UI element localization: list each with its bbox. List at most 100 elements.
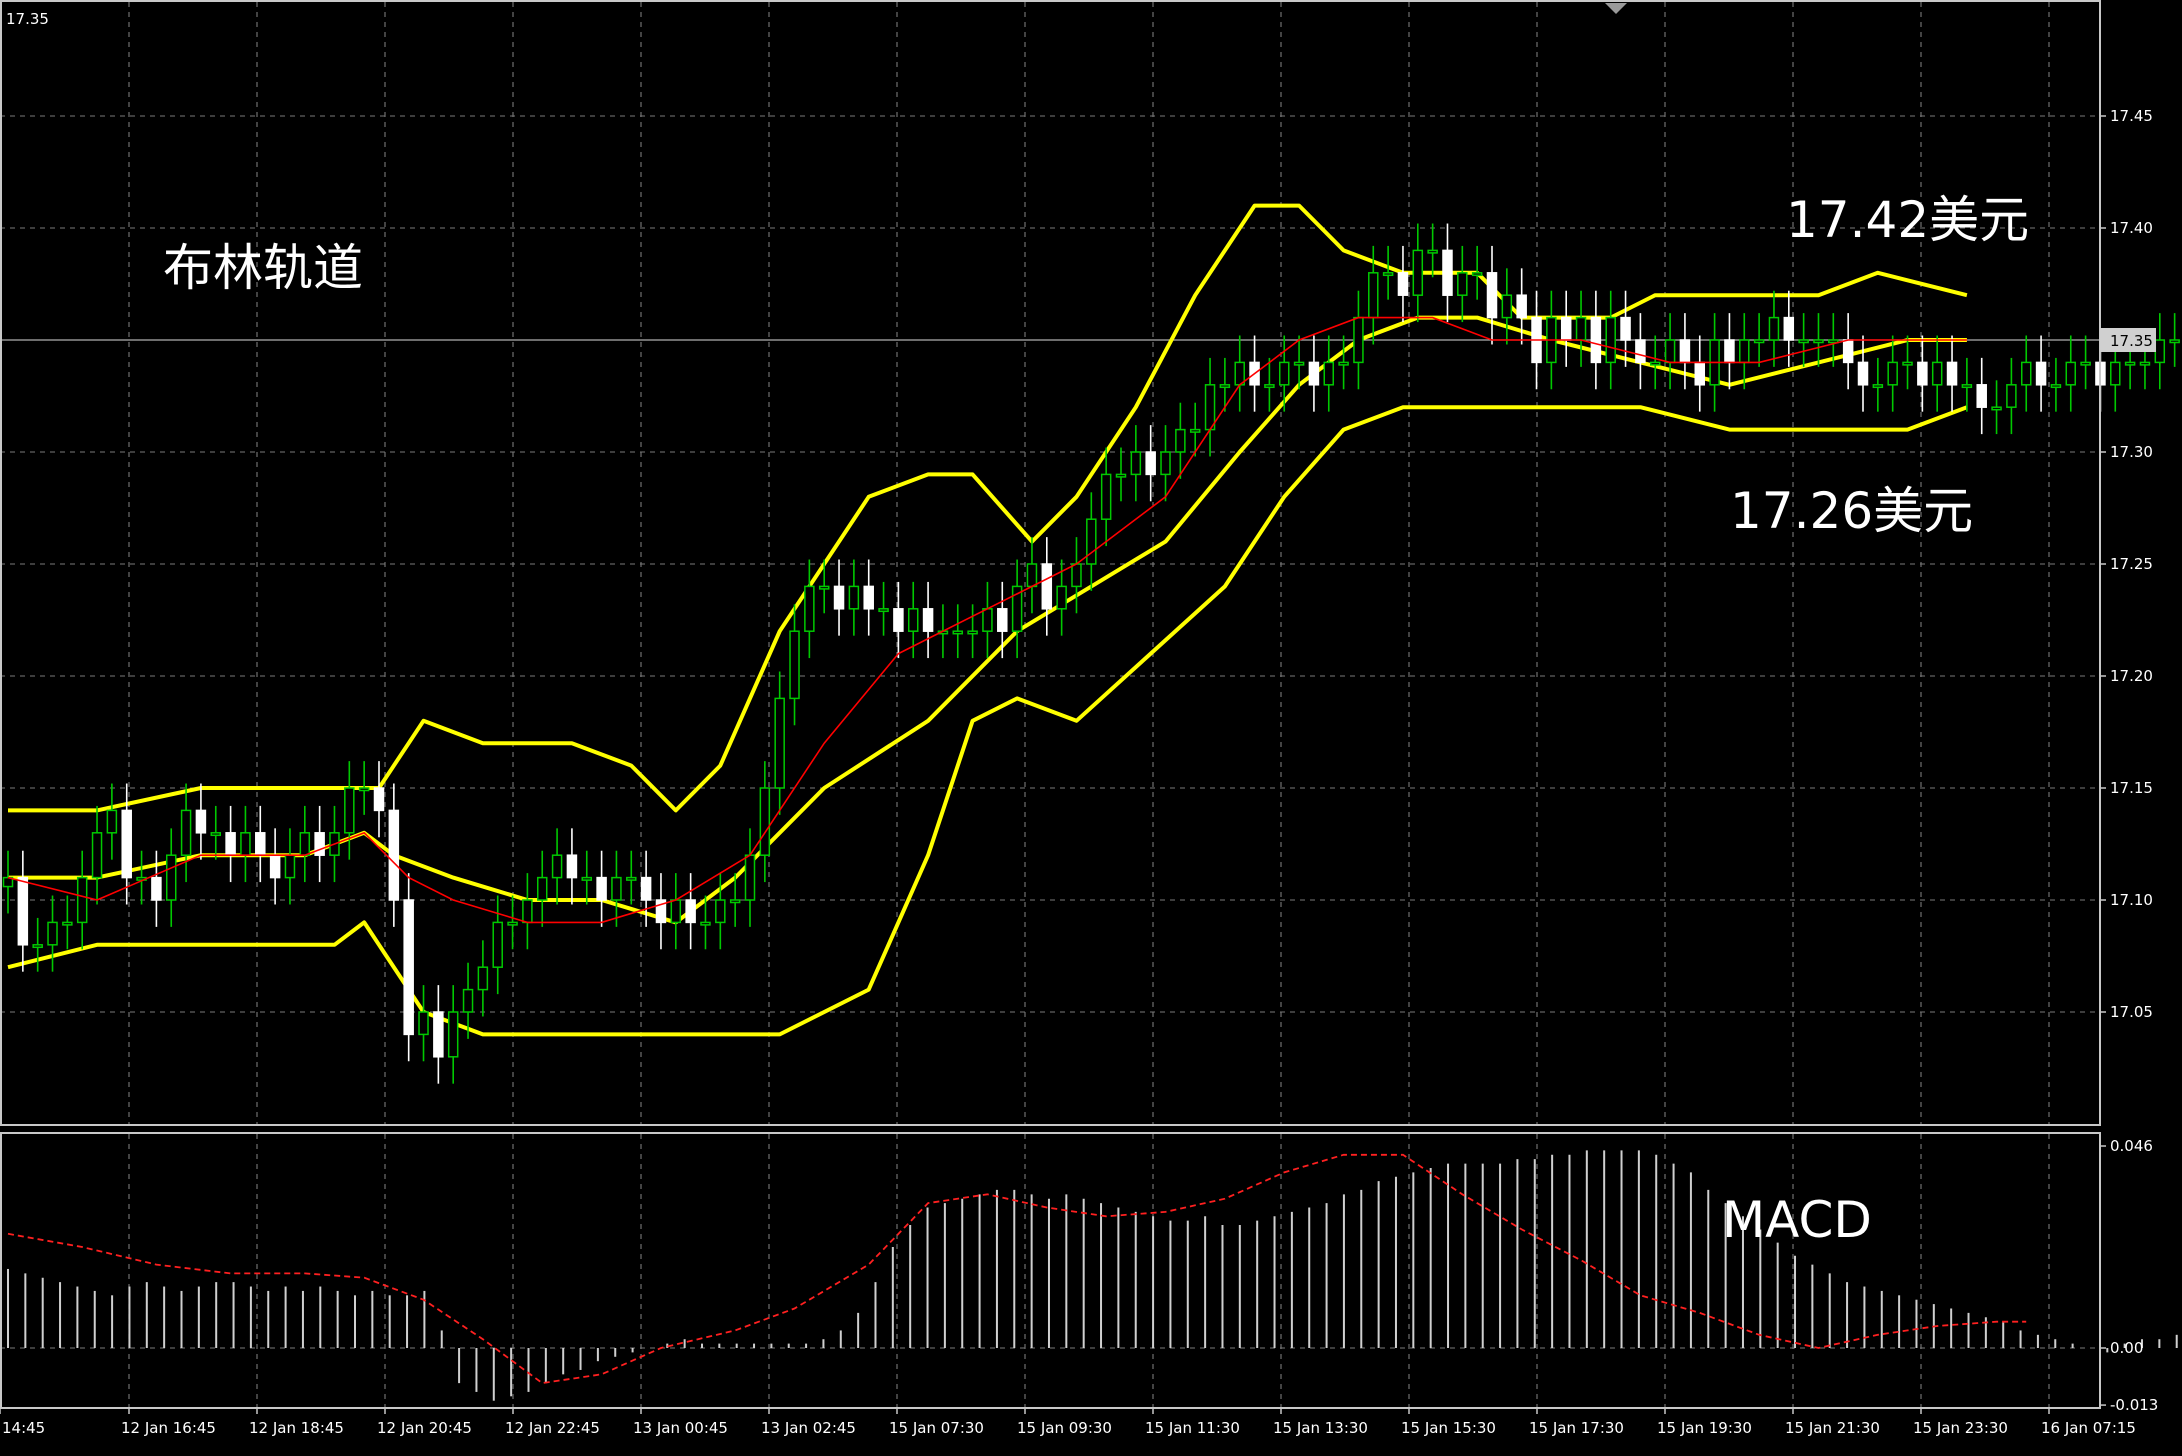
candle-bear xyxy=(1694,361,1706,386)
candle-bull xyxy=(418,1011,429,1036)
candle-bull xyxy=(2154,339,2166,364)
candle-bull xyxy=(744,854,756,901)
candle-bull xyxy=(358,787,370,792)
candle-bull xyxy=(1100,473,1112,520)
candle-bull xyxy=(1991,406,2002,411)
candle-bear xyxy=(922,608,934,632)
time-tick-label: 14:45 xyxy=(2,1419,45,1437)
candle-bull xyxy=(1931,361,1943,386)
price-tick-label: 17.20 xyxy=(2110,667,2153,685)
candle-bull xyxy=(1427,249,1438,254)
candle-bull xyxy=(907,608,919,632)
time-tick-label: 15 Jan 19:30 xyxy=(1657,1419,1752,1437)
candle-bear xyxy=(1724,339,1735,364)
candle-bull xyxy=(1664,339,1676,364)
candle-bear xyxy=(596,876,607,901)
candle-bear xyxy=(388,809,400,901)
candle-bull xyxy=(299,832,311,856)
candle-bull xyxy=(982,608,993,632)
candle-bear xyxy=(1516,294,1527,319)
candle-bull xyxy=(447,1011,459,1058)
candle-bull xyxy=(91,832,103,879)
price-tick-label: 17.40 xyxy=(2110,219,2153,237)
candle-bull xyxy=(729,899,741,904)
candle-bull xyxy=(1798,339,1809,344)
candle-bull xyxy=(818,585,830,590)
candle-bull xyxy=(462,988,474,1013)
macd-label: MACD xyxy=(1722,1191,1872,1249)
candle-bull xyxy=(344,787,355,834)
time-tick-label: 15 Jan 21:30 xyxy=(1785,1419,1880,1437)
candle-bear xyxy=(1442,249,1453,296)
candle-bull xyxy=(1813,339,1824,344)
candle-bear xyxy=(269,854,281,879)
candle-bull xyxy=(1961,384,1973,389)
candle-bear xyxy=(1590,316,1602,364)
candle-bull xyxy=(1605,316,1616,364)
candle-bull xyxy=(2080,361,2091,366)
candle-bear xyxy=(997,608,1008,632)
time-tick-label: 15 Jan 17:30 xyxy=(1529,1419,1624,1437)
candle-bull xyxy=(1130,451,1142,476)
candle-bull xyxy=(1902,361,1913,366)
candle-bear xyxy=(2035,361,2047,386)
candle-bull xyxy=(1189,428,1201,433)
current-price-tag-label: 17.35 xyxy=(2110,332,2153,350)
candle-bull xyxy=(670,899,682,924)
candle-bear xyxy=(1976,384,1987,408)
price-tick-label: 17.15 xyxy=(2110,779,2153,797)
time-tick-label: 15 Jan 15:30 xyxy=(1401,1419,1496,1437)
macd-tick-label: 0.00 xyxy=(2110,1339,2143,1357)
candle-bull xyxy=(774,697,785,789)
time-tick-label: 15 Jan 11:30 xyxy=(1145,1419,1240,1437)
candle-bull xyxy=(1264,384,1275,389)
candle-bear xyxy=(314,832,325,856)
price-tick-label: 17.10 xyxy=(2110,891,2153,909)
candle-bear xyxy=(863,585,874,610)
candle-bull xyxy=(492,921,503,968)
candle-bull xyxy=(1115,473,1127,478)
candle-bull xyxy=(1412,249,1424,296)
candle-bear xyxy=(195,809,207,834)
candle-bull xyxy=(1160,451,1171,476)
candle-bull xyxy=(210,832,222,837)
candle-bull xyxy=(240,832,251,856)
time-tick-label: 15 Jan 07:30 xyxy=(889,1419,984,1437)
candle-bear xyxy=(1857,361,1869,386)
price-tick-label: 17.25 xyxy=(2110,555,2153,573)
time-tick-label: 12 Jan 22:45 xyxy=(505,1419,600,1437)
candle-bear xyxy=(685,899,696,924)
candle-bull xyxy=(1768,316,1780,341)
candle-bear xyxy=(566,854,578,879)
candle-bull xyxy=(76,876,88,924)
candle-bull xyxy=(2110,361,2121,386)
price-tick-label: 17.45 xyxy=(2110,107,2153,125)
time-tick-label: 15 Jan 13:30 xyxy=(1273,1419,1368,1437)
time-tick-label: 13 Jan 02:45 xyxy=(761,1419,856,1437)
candle-bear xyxy=(833,585,845,610)
corner-price-label: 17.35 xyxy=(6,10,49,28)
candle-bear xyxy=(1946,361,1958,386)
candle-bull xyxy=(106,809,118,834)
chart-title: 布林轨道 xyxy=(163,239,363,297)
time-tick-label: 16 Jan 07:15 xyxy=(2041,1419,2136,1437)
candle-bull xyxy=(2006,384,2017,408)
candle-bull xyxy=(1457,272,1468,296)
candle-bull xyxy=(1368,272,1379,319)
candle-bull xyxy=(1338,361,1349,366)
candle-bull xyxy=(1293,361,1305,366)
candle-bull xyxy=(1219,384,1231,389)
price-tick-label: 17.30 xyxy=(2110,443,2153,461)
candle-bull xyxy=(804,585,815,632)
candle-bear xyxy=(225,832,236,856)
candle-bull xyxy=(1204,384,1216,431)
candle-bear xyxy=(1679,339,1691,364)
candle-bear xyxy=(1041,563,1053,610)
candle-bull xyxy=(507,921,518,926)
upper-band-label: 17.42美元 xyxy=(1786,191,2029,249)
candle-bear xyxy=(1308,361,1320,386)
candle-bull xyxy=(284,854,296,879)
candle-bull xyxy=(700,921,711,926)
candle-bull xyxy=(1086,518,1097,565)
candle-bear xyxy=(373,787,385,812)
